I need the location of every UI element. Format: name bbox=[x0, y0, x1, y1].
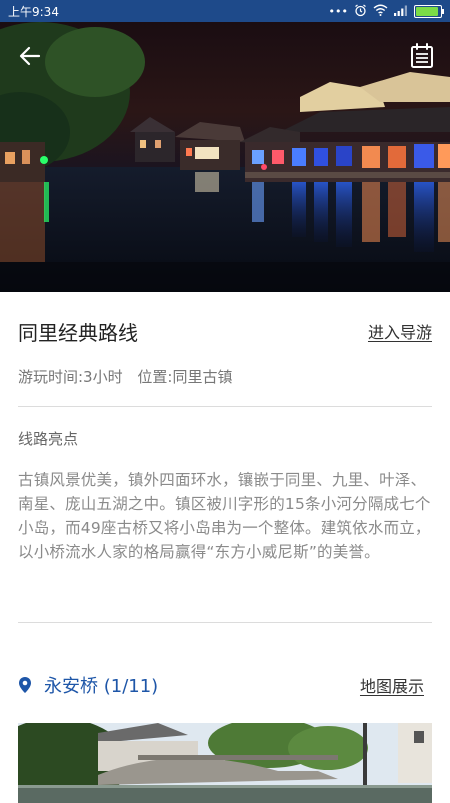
bridge-photo bbox=[18, 723, 432, 803]
enter-guide-link[interactable]: 进入导游 bbox=[368, 319, 432, 343]
location-pin-icon bbox=[19, 677, 31, 693]
stop-name: 永安桥 (1/11) bbox=[44, 676, 159, 697]
location-text: 位置:同里古镇 bbox=[137, 368, 233, 386]
route-meta: 游玩时间:3小时 位置:同里古镇 bbox=[18, 366, 232, 387]
highlights-description: 古镇风景优美，镇外四面环水，镶嵌于同里、九里、叶泽、南星、庞山五湖之中。镇区被川… bbox=[18, 471, 431, 561]
route-title: 同里经典路线 bbox=[18, 320, 138, 345]
map-view-link[interactable]: 地图展示 bbox=[360, 673, 424, 697]
night-canal-photo bbox=[0, 22, 450, 292]
wifi-icon bbox=[373, 4, 388, 18]
arrow-left-icon bbox=[19, 46, 41, 66]
alarm-icon bbox=[354, 4, 367, 19]
signal-icon bbox=[394, 5, 408, 18]
stop-selector[interactable]: 永安桥 (1/11) bbox=[18, 672, 158, 698]
document-list-icon bbox=[411, 43, 433, 68]
status-bar: 上午9:34 ••• bbox=[0, 0, 450, 22]
hero-image bbox=[0, 22, 450, 292]
divider bbox=[18, 406, 432, 407]
status-time: 上午9:34 bbox=[8, 4, 59, 19]
title-row: 同里经典路线 进入导游 bbox=[18, 318, 432, 345]
duration-text: 游玩时间:3小时 bbox=[18, 368, 123, 386]
battery-level bbox=[416, 6, 438, 16]
back-button[interactable] bbox=[14, 40, 46, 72]
divider bbox=[18, 622, 432, 623]
stop-photo[interactable] bbox=[18, 723, 432, 803]
stop-row: 永安桥 (1/11) 地图展示 bbox=[18, 672, 424, 698]
highlights-label: 线路亮点 bbox=[18, 430, 79, 448]
dots-icon: ••• bbox=[328, 4, 348, 18]
battery-icon bbox=[414, 4, 444, 18]
itinerary-button[interactable] bbox=[406, 40, 438, 72]
status-icons: ••• bbox=[328, 4, 444, 19]
